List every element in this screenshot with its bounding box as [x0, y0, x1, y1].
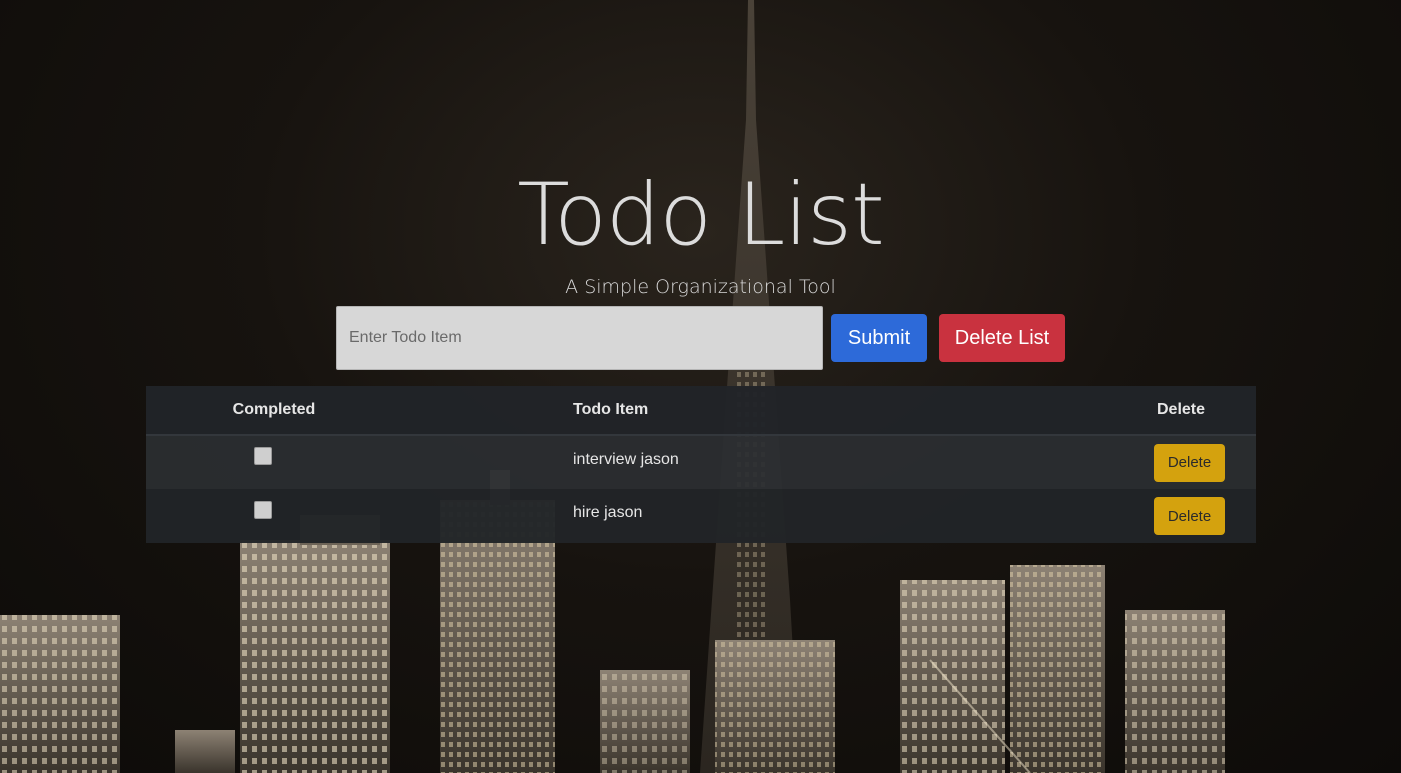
- page-subtitle: A Simple Organizational Tool: [565, 276, 836, 298]
- column-header-delete: Delete: [913, 386, 1256, 436]
- completed-checkbox[interactable]: [254, 447, 272, 465]
- completed-checkbox[interactable]: [254, 500, 272, 519]
- delete-item-button[interactable]: Delete: [1154, 497, 1225, 535]
- delete-item-button[interactable]: Delete: [1154, 443, 1225, 482]
- delete-list-button[interactable]: Delete List: [939, 314, 1065, 362]
- column-header-todo-item: Todo Item: [402, 386, 913, 436]
- page-title: Todo List: [517, 165, 884, 265]
- column-header-completed: Completed: [146, 386, 402, 436]
- table-row: hire jason Delete: [146, 489, 1256, 543]
- submit-button[interactable]: Submit: [831, 314, 927, 362]
- todo-input[interactable]: [336, 306, 823, 370]
- table-row: interview jason Delete: [146, 435, 1256, 489]
- todo-table: Completed Todo Item Delete interview jas…: [146, 386, 1256, 543]
- table-header-row: Completed Todo Item Delete: [146, 386, 1256, 436]
- todo-item-text: interview jason: [573, 450, 679, 468]
- page: Todo List A Simple Organizational Tool S…: [0, 0, 1401, 773]
- todo-item-text: hire jason: [573, 504, 643, 521]
